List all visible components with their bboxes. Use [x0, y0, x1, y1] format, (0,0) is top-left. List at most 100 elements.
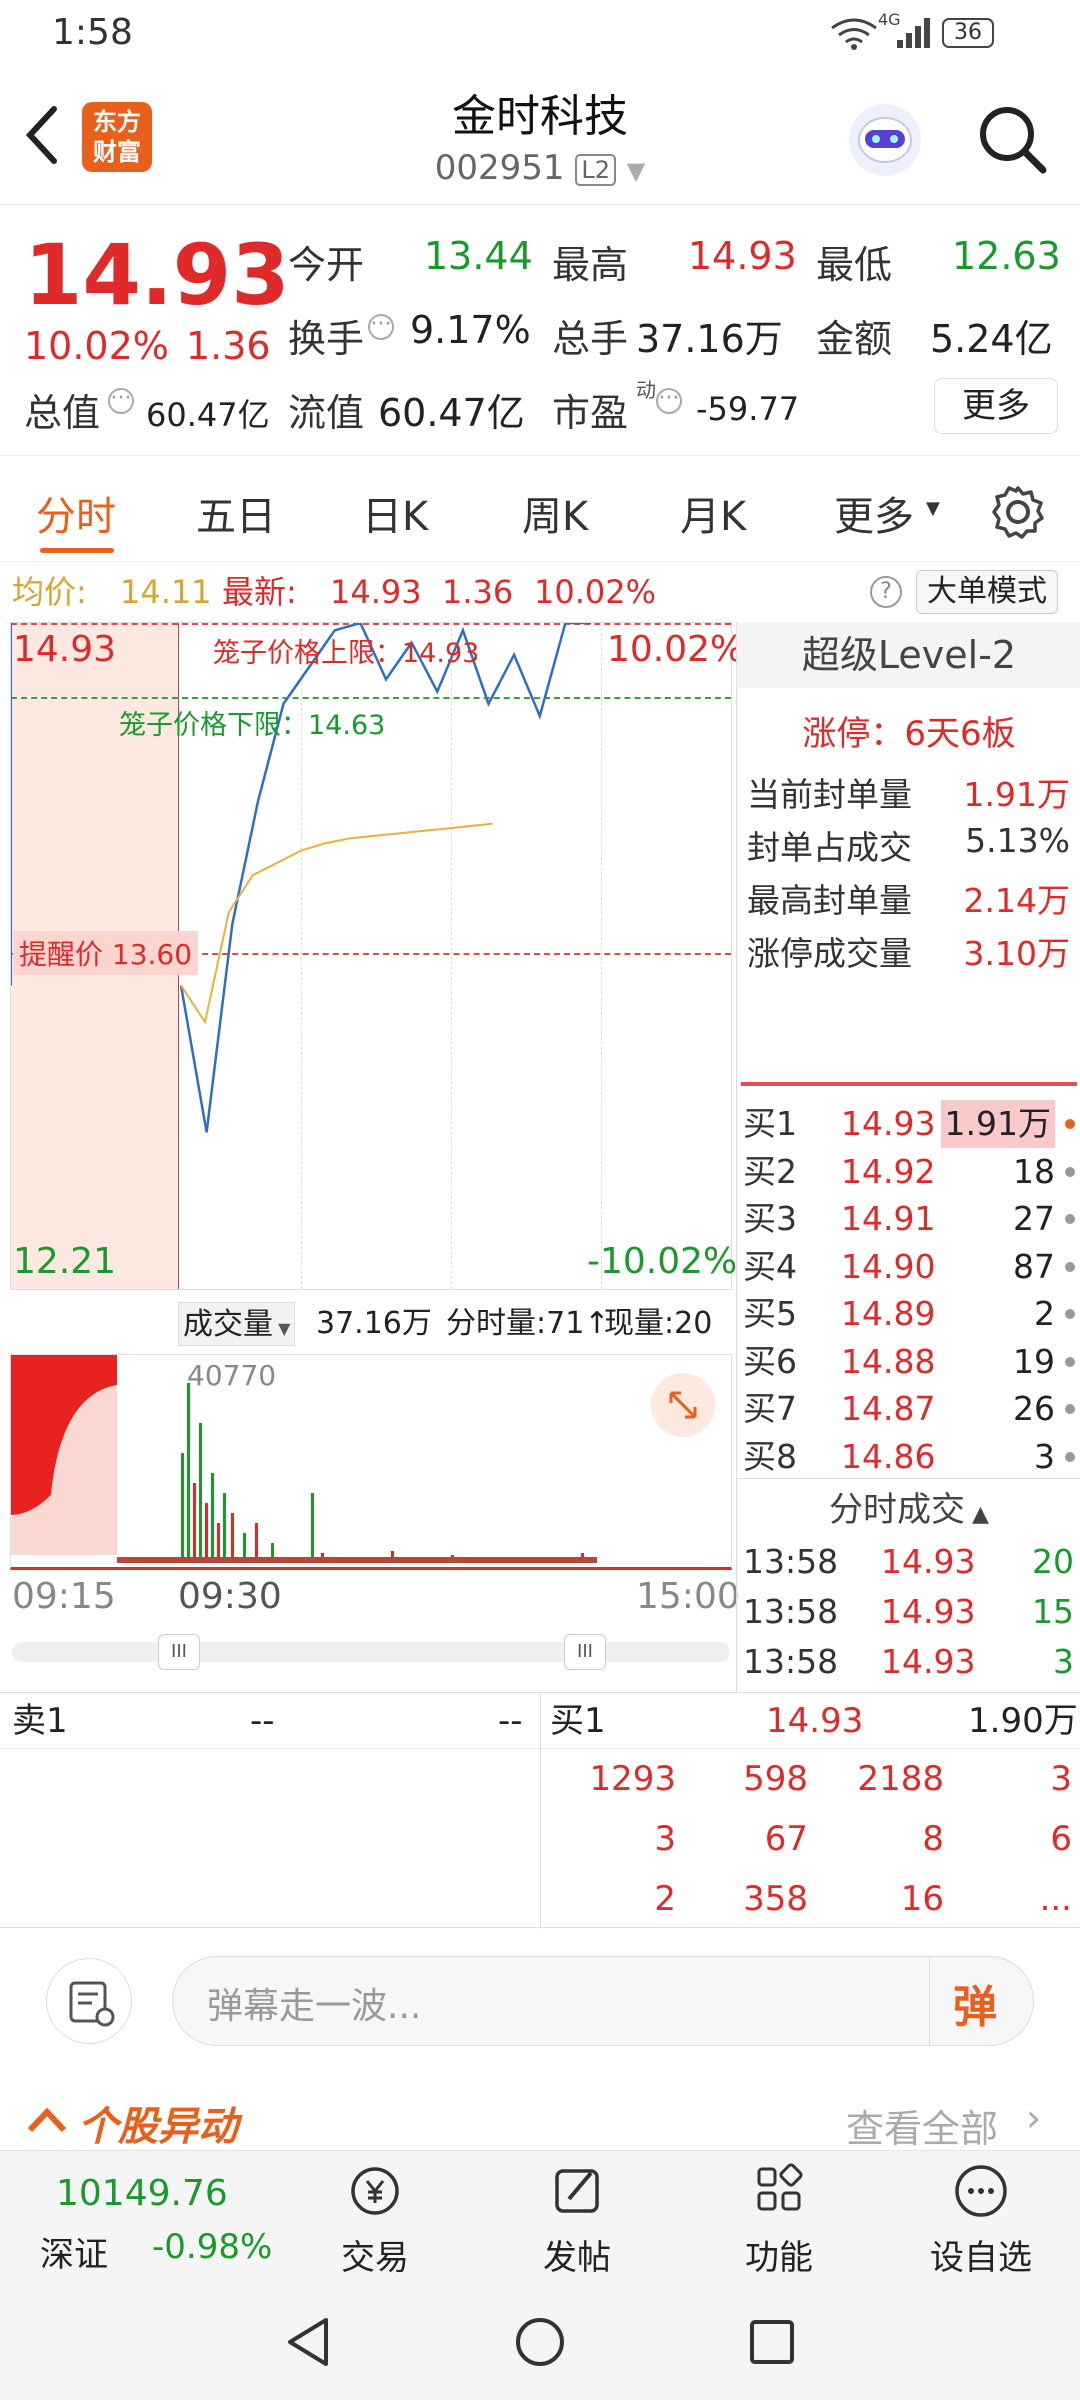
danmu-settings-icon[interactable] [46, 1958, 132, 2044]
volume-selector[interactable]: 成交量 ▼ [178, 1302, 296, 1346]
latest-pct: 10.02% [534, 573, 657, 611]
grid-icon [757, 2163, 803, 2211]
news-header: 个股异动 查看全部 › [0, 2090, 1080, 2153]
caret-down-icon: ▼ [926, 498, 940, 519]
queue-cell: 16 [900, 1879, 944, 1919]
slider-handle-left[interactable]: III [158, 1634, 200, 1670]
news-title: 个股异动 [78, 2104, 238, 2150]
amount-value: 5.24亿 [930, 317, 1053, 361]
danmu-input[interactable]: 弹幕走一波... 弹 [172, 1956, 1034, 2046]
trade-button[interactable]: 交易 [310, 2161, 440, 2279]
home-circle-icon[interactable] [512, 2314, 568, 2370]
stock-code: 002951 [434, 148, 565, 188]
back-triangle-icon[interactable] [280, 2314, 336, 2370]
alert-price-label[interactable]: 提醒价 13.60 [13, 931, 199, 975]
tab-five-day[interactable]: 五日 [196, 484, 276, 542]
app-logo[interactable]: 东方 财富 [82, 102, 152, 172]
tab-daily-k[interactable]: 日K [362, 484, 428, 542]
bid-qty: 3 [1034, 1436, 1055, 1476]
volume-max: 40770 [187, 1359, 277, 1392]
bid-row[interactable]: 买2 14.92 18 [737, 1148, 1080, 1196]
tab-weekly-k[interactable]: 周K [522, 484, 588, 542]
back-icon[interactable] [22, 105, 62, 165]
volume-bar [211, 1473, 214, 1563]
big-order-mode-button[interactable]: 大单模式 [916, 570, 1058, 614]
bid-qty: 87 [1013, 1246, 1055, 1286]
queue-cell: 2 [654, 1879, 676, 1919]
logo-line2: 财富 [93, 138, 141, 166]
divider [741, 1082, 1077, 1086]
status-bar: 1:58 4G 36 [0, 0, 1080, 70]
volume-label: 总手 [552, 317, 629, 361]
tab-monthly-k[interactable]: 月K [680, 484, 746, 542]
tab-more[interactable]: 更多 [834, 484, 914, 542]
info-icon[interactable]: ··· [656, 388, 682, 414]
avg-price-series-line [180, 822, 493, 1025]
high-label: 最高 [552, 243, 629, 287]
bid-row[interactable]: 买6 14.88 19 [737, 1338, 1080, 1386]
bid-row[interactable]: 买8 14.86 3 [737, 1433, 1080, 1481]
bid-price: 14.92 [841, 1151, 936, 1191]
volume-bar [187, 1383, 190, 1563]
bid-label: 买1 [743, 1104, 797, 1143]
level2-title[interactable]: 超级Level-2 [737, 622, 1080, 688]
bid-label: 买2 [743, 1151, 797, 1191]
float-value: 60.47亿 [378, 391, 525, 435]
bid-qty: 26 [1013, 1389, 1055, 1428]
add-watchlist-button[interactable]: 设自选 [916, 2161, 1046, 2279]
time-range-slider[interactable]: III III [12, 1634, 730, 1670]
l2-stat-label: 最高封单量 [747, 881, 912, 920]
tab-intraday[interactable]: 分时 [36, 484, 116, 542]
stock-code-row[interactable]: 002951 L2 ▼ [340, 148, 740, 188]
chevron-up-icon[interactable] [26, 2104, 68, 2134]
stock-title[interactable]: 金时科技 [340, 80, 740, 144]
dot-icon [1065, 1309, 1075, 1319]
view-all-link[interactable]: 查看全部 [846, 2098, 998, 2153]
queue-cell: 6 [1050, 1819, 1072, 1859]
bid-row[interactable]: 买3 14.91 27 [737, 1195, 1080, 1243]
more-circle-icon [955, 2165, 1007, 2217]
post-label: 发帖 [543, 2238, 611, 2278]
trades-title-row[interactable]: 分时成交 ▲ [737, 1482, 1080, 1543]
bid-row[interactable]: 买1 14.93 1.91万 [737, 1100, 1080, 1148]
bid-label: 买4 [743, 1246, 797, 1286]
bid-price: 14.93 [841, 1104, 936, 1143]
divider [737, 1478, 1080, 1479]
sell1-price: -- [250, 1701, 275, 1741]
info-icon[interactable]: ··· [108, 388, 134, 414]
queue-cell: 67 [764, 1819, 808, 1859]
search-icon[interactable] [975, 102, 1049, 176]
time-open: 09:30 [178, 1576, 282, 1617]
bid-row[interactable]: 买5 14.89 2 [737, 1290, 1080, 1338]
help-icon[interactable]: ? [870, 576, 902, 608]
danmu-send-button[interactable]: 弹 [953, 1971, 997, 2035]
functions-button[interactable]: 功能 [714, 2161, 844, 2279]
bid-price: 14.87 [841, 1389, 936, 1428]
price-chart[interactable]: 14.93 10.02% 笼子价格上限：14.93 笼子价格下限：14.63 1… [10, 622, 744, 1290]
signal-icon [897, 18, 930, 48]
volume-chart[interactable]: 40770 [10, 1354, 732, 1570]
upper-limit-label: 笼子价格上限：14.93 [213, 638, 480, 669]
info-icon[interactable]: ··· [368, 314, 394, 340]
gear-icon[interactable] [990, 484, 1046, 540]
time-start: 09:15 [12, 1576, 116, 1617]
bid-row[interactable]: 买7 14.87 26 [737, 1385, 1080, 1433]
chart-info-row: 均价: 14.11 最新: 14.93 1.36 10.02% ? 大单模式 [0, 564, 1080, 620]
index-widget[interactable]: 10149.76 深证 -0.98% [0, 2151, 300, 2283]
bid-row[interactable]: 买4 14.90 87 [737, 1243, 1080, 1291]
recents-square-icon[interactable] [744, 2314, 800, 2370]
amount-label: 金额 [816, 317, 893, 361]
change-pct: 10.02% [24, 324, 169, 368]
dot-icon [1065, 1404, 1075, 1414]
trade-price: 14.93 [881, 1542, 976, 1581]
expand-icon[interactable] [651, 1373, 715, 1437]
functions-label: 功能 [745, 2238, 813, 2278]
post-button[interactable]: 发帖 [512, 2161, 642, 2279]
index-value: 10149.76 [56, 2173, 228, 2214]
volume-selector-label: 成交量 [183, 1307, 273, 1342]
robot-avatar-icon[interactable] [845, 100, 925, 180]
top-pct: 10.02% [607, 629, 745, 670]
slider-handle-right[interactable]: III [564, 1634, 606, 1670]
more-button[interactable]: 更多 [934, 378, 1058, 434]
dot-icon [1065, 1261, 1075, 1272]
